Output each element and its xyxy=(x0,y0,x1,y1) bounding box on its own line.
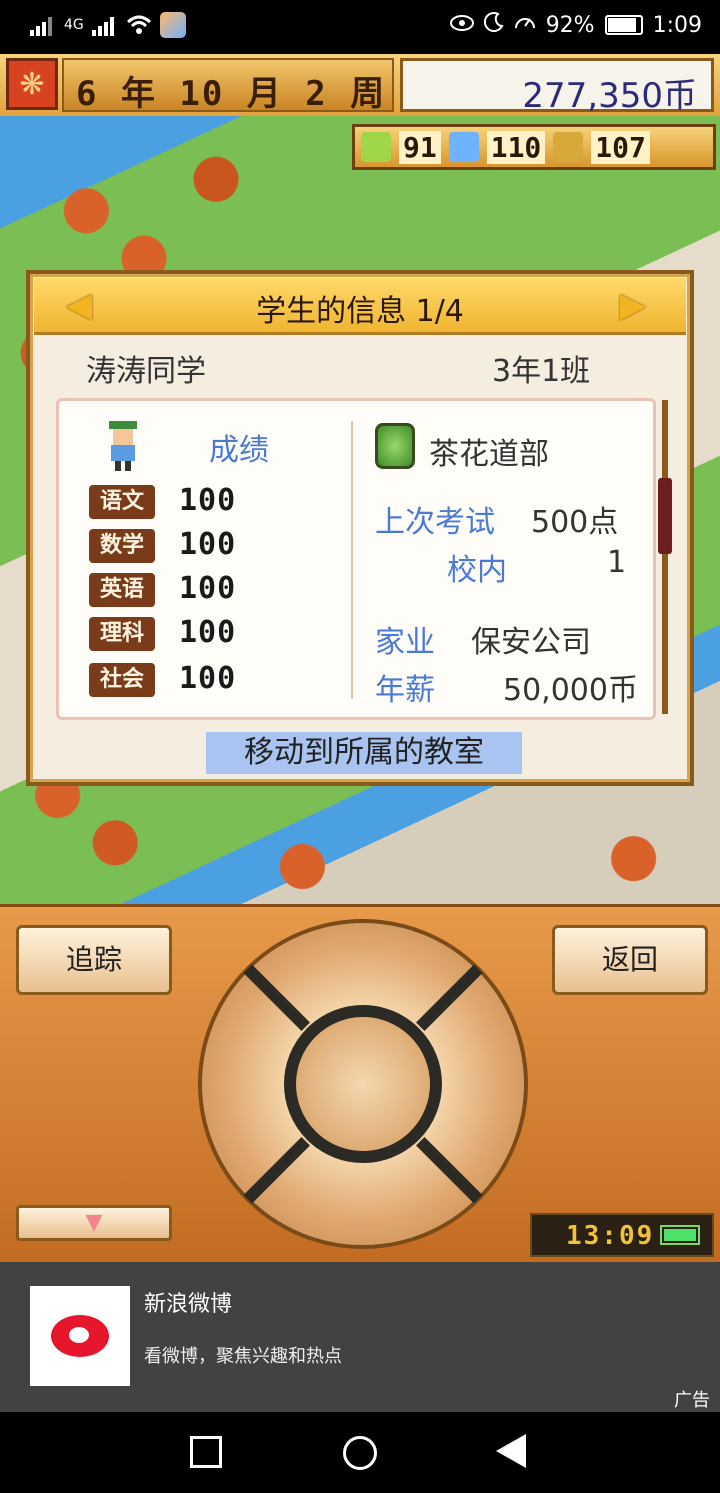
dpad-separator xyxy=(416,964,483,1031)
date-box: 6 年 10 月 2 周 xyxy=(62,58,394,114)
back-icon[interactable] xyxy=(496,1434,526,1468)
battery-percent: 92% xyxy=(545,12,595,38)
subject-score: 100 xyxy=(179,571,237,606)
grades-label: 成绩 xyxy=(209,433,269,468)
wifi-icon xyxy=(126,14,152,36)
game-date: 6 年 10 月 2 周 xyxy=(76,74,387,114)
salary-label: 年薪 xyxy=(375,673,435,708)
dpad-separator xyxy=(243,964,310,1031)
money-box: 277,350币 xyxy=(400,58,714,116)
status-left: 4G xyxy=(30,12,186,38)
flask-icon xyxy=(448,132,479,162)
subject-score: 100 xyxy=(179,661,237,696)
stat-value: 107 xyxy=(591,130,650,164)
student-avatar xyxy=(103,419,143,471)
last-exam-value: 500点 xyxy=(531,505,619,540)
subject-label: 理科 xyxy=(89,617,155,651)
dpad-center-button[interactable] xyxy=(284,1005,442,1163)
maple-leaf-icon: ❋ xyxy=(6,58,58,110)
game-clock: 13:09 xyxy=(530,1213,714,1257)
ad-description: 看微博，聚焦兴趣和热点 xyxy=(144,1346,342,1367)
student-details-box: 成绩 语文 100 数学 100 英语 100 理科 100 社会 100 茶花… xyxy=(56,398,656,720)
stats-strip: 91 110 107 xyxy=(352,124,716,170)
collapse-down-button[interactable]: ▼ xyxy=(16,1205,172,1241)
subject-label: 数学 xyxy=(89,529,155,563)
student-info-panel: ◀ 学生的信息 1/4 ▶ 涛涛同学 3年1班 成绩 语文 100 数学 100… xyxy=(26,270,694,786)
subject-score: 100 xyxy=(179,527,237,562)
pencil-icon xyxy=(361,132,391,162)
subject-label: 英语 xyxy=(89,573,155,607)
club-icon xyxy=(375,423,415,469)
subject-label: 社会 xyxy=(89,663,155,697)
status-bar: 4G 92% 1:09 xyxy=(0,0,720,54)
moon-icon xyxy=(483,12,504,38)
last-exam-label: 上次考试 xyxy=(375,505,495,540)
family-business-value: 保安公司 xyxy=(471,625,591,660)
subject-score: 100 xyxy=(179,483,237,518)
clock-time: 1:09 xyxy=(652,12,702,38)
money-amount: 277,350币 xyxy=(522,76,697,116)
signal-icon xyxy=(30,14,56,36)
game-top-bar: ❋ 6 年 10 月 2 周 277,350币 xyxy=(0,54,720,119)
stat-value: 91 xyxy=(399,130,441,164)
weibo-icon xyxy=(51,1315,109,1357)
battery-icon xyxy=(604,15,643,35)
home-icon[interactable] xyxy=(343,1436,377,1470)
student-class: 3年1班 xyxy=(492,354,591,389)
eye-icon xyxy=(449,13,474,38)
subject-label: 语文 xyxy=(89,485,155,519)
panel-title: 学生的信息 1/4 xyxy=(256,294,464,329)
next-student-button[interactable]: ▶ xyxy=(616,285,650,325)
network-type: 4G xyxy=(64,17,84,33)
subject-score: 100 xyxy=(179,615,237,650)
dpad-separator xyxy=(243,1137,310,1204)
speed-icon xyxy=(514,12,536,38)
panel-header: ◀ 学生的信息 1/4 ▶ xyxy=(34,278,686,335)
directional-pad[interactable] xyxy=(198,919,528,1249)
school-rank-label: 校内 xyxy=(447,553,507,588)
ad-banner[interactable]: 新浪微博 看微博，聚焦兴趣和热点 广告 xyxy=(0,1262,720,1412)
club-name: 茶花道部 xyxy=(429,437,549,472)
track-button[interactable]: 追踪 xyxy=(16,925,172,995)
signal-icon-2 xyxy=(91,14,118,36)
battery-icon xyxy=(660,1225,700,1245)
family-business-label: 家业 xyxy=(375,625,435,660)
back-button[interactable]: 返回 xyxy=(552,925,708,995)
panel-scrollbar[interactable] xyxy=(662,400,668,714)
student-name: 涛涛同学 xyxy=(86,354,206,389)
system-nav-bar xyxy=(0,1412,720,1493)
recent-apps-icon[interactable] xyxy=(190,1436,222,1468)
trophy-icon xyxy=(553,132,584,162)
salary-value: 50,000币 xyxy=(503,673,638,708)
school-rank-value: 1 xyxy=(607,545,627,580)
ad-title: 新浪微博 xyxy=(144,1292,233,1317)
move-to-classroom-button[interactable]: 移动到所属的教室 xyxy=(206,732,522,774)
dpad-separator xyxy=(416,1137,483,1204)
ad-tag: 广告 xyxy=(674,1390,710,1411)
status-right: 92% 1:09 xyxy=(449,12,702,38)
game-clock-time: 13:09 xyxy=(566,1221,655,1251)
scrollbar-thumb[interactable] xyxy=(658,478,672,554)
app-notification-icon xyxy=(159,12,186,38)
stat-value: 110 xyxy=(486,130,546,164)
control-panel: 追踪 返回 ▼ 13:09 xyxy=(0,904,720,1263)
weibo-logo xyxy=(30,1286,130,1386)
column-divider xyxy=(351,421,353,699)
